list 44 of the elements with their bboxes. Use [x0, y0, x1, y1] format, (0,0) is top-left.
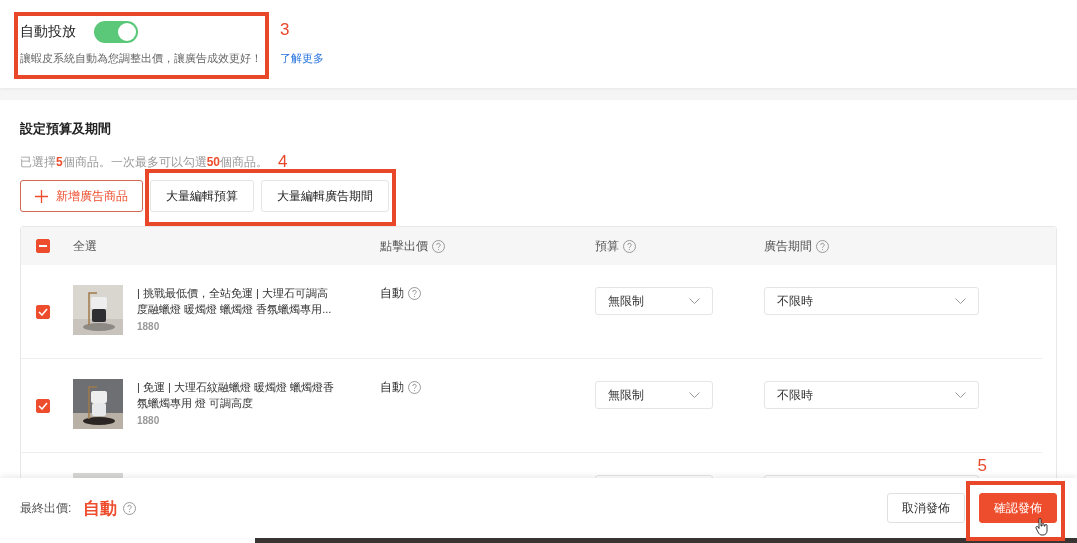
- product-name: | 挑戰最低價，全站免運 | 大理石可調高度融蠟燈 暖燭燈 蠟燭燈 香氛蠟燭專用...: [137, 286, 333, 317]
- chevron-down-icon: [955, 298, 966, 304]
- section-title: 設定預算及期間: [20, 120, 112, 138]
- chevron-down-icon: [689, 392, 700, 398]
- row-checkbox[interactable]: [36, 305, 50, 319]
- chevron-down-icon: [955, 392, 966, 398]
- column-header: 點擊出價: [380, 237, 428, 255]
- select-all-checkbox[interactable]: [36, 239, 50, 253]
- annotation-number: 3: [280, 20, 290, 40]
- cancel-button[interactable]: 取消發佈: [887, 493, 965, 523]
- help-icon[interactable]: [432, 239, 445, 253]
- bulk-edit-button[interactable]: 大量編輯預算: [150, 180, 254, 212]
- annotation-number: 5: [977, 456, 987, 476]
- selection-note: 已選擇5個商品。一次最多可以勾選50個商品。: [20, 153, 269, 171]
- select-all-label: 全選: [73, 238, 97, 253]
- final-bid-label: 最終出價:: [20, 499, 72, 517]
- bid-value: 自動: [380, 379, 404, 396]
- help-icon[interactable]: [408, 287, 421, 300]
- bulk-edit-button[interactable]: 大量編輯廣告期間: [261, 180, 389, 212]
- help-icon[interactable]: [816, 239, 829, 253]
- period-dropdown[interactable]: 不限時: [764, 381, 979, 409]
- column-header: 預算: [595, 237, 619, 255]
- annotation-number: 4: [278, 152, 288, 172]
- product-price: 1880: [137, 415, 161, 426]
- budget-dropdown[interactable]: 無限制: [595, 381, 713, 409]
- chevron-down-icon: [689, 298, 700, 304]
- help-icon[interactable]: [623, 239, 636, 253]
- product-price: 1880: [137, 321, 161, 332]
- auto-bidding-label: 自動投放: [20, 23, 76, 41]
- add-product-button[interactable]: 新增廣告商品: [20, 180, 143, 212]
- product-name: | 免運 | 大理石紋融蠟燈 暖燭燈 蠟燭燈香氛蠟燭專用 燈 可調高度: [137, 380, 335, 411]
- confirm-button[interactable]: 確認發佈: [979, 493, 1057, 523]
- final-bid-value: 自動: [83, 497, 118, 520]
- toggle-switch[interactable]: [94, 21, 138, 43]
- plus-icon: [35, 189, 48, 203]
- auto-bidding-description: 讓蝦皮系統自動為您調整出價，讓廣告成效更好！: [20, 51, 262, 66]
- column-header: 廣告期間: [764, 237, 812, 255]
- budget-dropdown[interactable]: 無限制: [595, 287, 713, 315]
- period-dropdown[interactable]: 不限時: [764, 287, 979, 315]
- row-checkbox[interactable]: [36, 399, 50, 413]
- learn-more-link[interactable]: 了解更多: [280, 51, 324, 66]
- help-icon[interactable]: [123, 501, 137, 515]
- help-icon[interactable]: [408, 381, 421, 394]
- bid-value: 自動: [380, 285, 404, 302]
